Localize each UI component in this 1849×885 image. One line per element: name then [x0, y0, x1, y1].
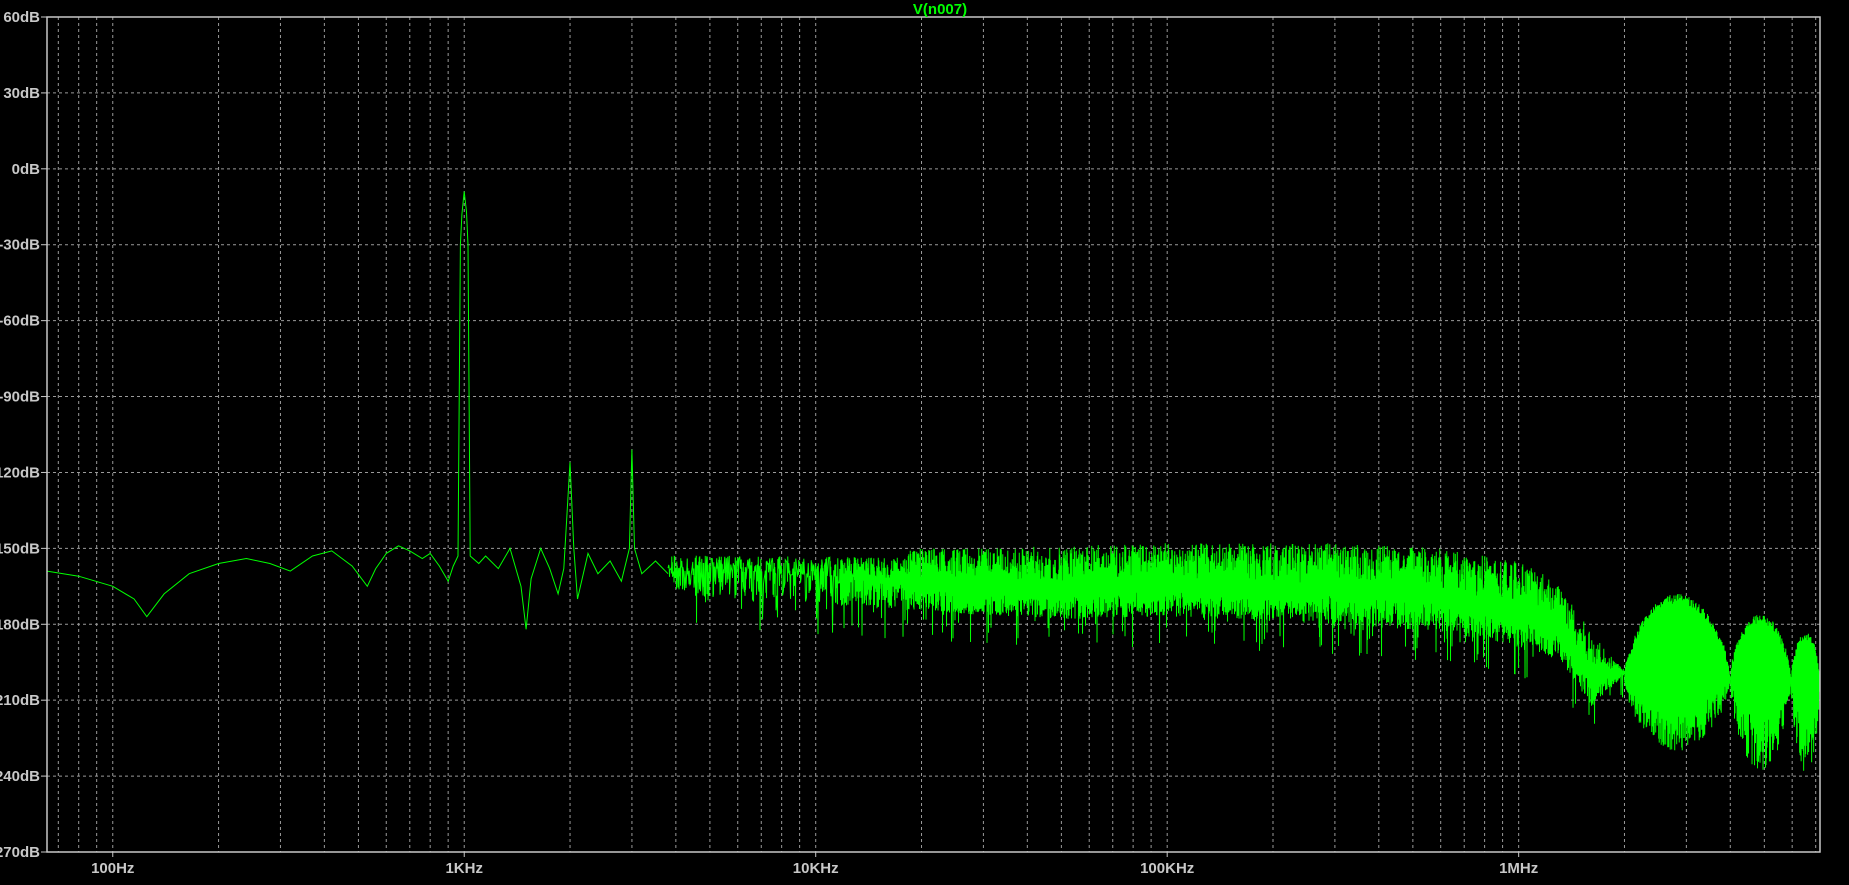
y-tick-label: 30dB	[3, 85, 40, 102]
x-tick-label: 1MHz	[1499, 860, 1538, 877]
y-tick-label: -150dB	[0, 540, 40, 557]
y-tick-label: -270dB	[0, 844, 40, 861]
trace-noise-region	[667, 543, 1625, 724]
y-tick-label: -90dB	[0, 389, 40, 406]
chart-title: V(n007)	[913, 1, 967, 18]
grid-layer	[47, 16, 1820, 853]
plot-frame	[46, 16, 1821, 853]
y-tick-label: -180dB	[0, 616, 40, 633]
y-tick-label: 60dB	[3, 9, 40, 26]
x-tick-label: 10KHz	[793, 860, 839, 877]
trace-lobe-1	[1623, 593, 1731, 751]
plot-border	[46, 16, 1821, 853]
trace-low-frequency	[46, 191, 669, 630]
y-axis-ticks: 60dB 30dB 0dB -30dB -60dB -90dB -120dB -150dB -1…	[0, 9, 47, 861]
trace-layer	[46, 191, 1821, 771]
y-tick-label: -60dB	[0, 313, 40, 330]
y-tick-label: 0dB	[12, 161, 41, 178]
x-tick-label: 100Hz	[91, 860, 134, 877]
x-tick-label: 1KHz	[445, 860, 483, 877]
y-tick-label: -30dB	[0, 237, 40, 254]
y-tick-label: -210dB	[0, 692, 40, 709]
x-axis-ticks: 100Hz 1KHz 10KHz 100KHz 1MHz	[91, 852, 1538, 877]
x-tick-label: 100KHz	[1140, 860, 1194, 877]
spectrum-plot: 100Hz 1KHz 10KHz 100KHz 1MHz 60dB 30dB 0dB -30d…	[0, 0, 1849, 885]
y-tick-label: -120dB	[0, 464, 40, 481]
spectrum-plot-svg: 100Hz 1KHz 10KHz 100KHz 1MHz 60dB 30dB 0dB -30d…	[0, 1, 1821, 877]
trace-lobe-2	[1729, 615, 1792, 770]
y-tick-label: -240dB	[0, 768, 40, 785]
